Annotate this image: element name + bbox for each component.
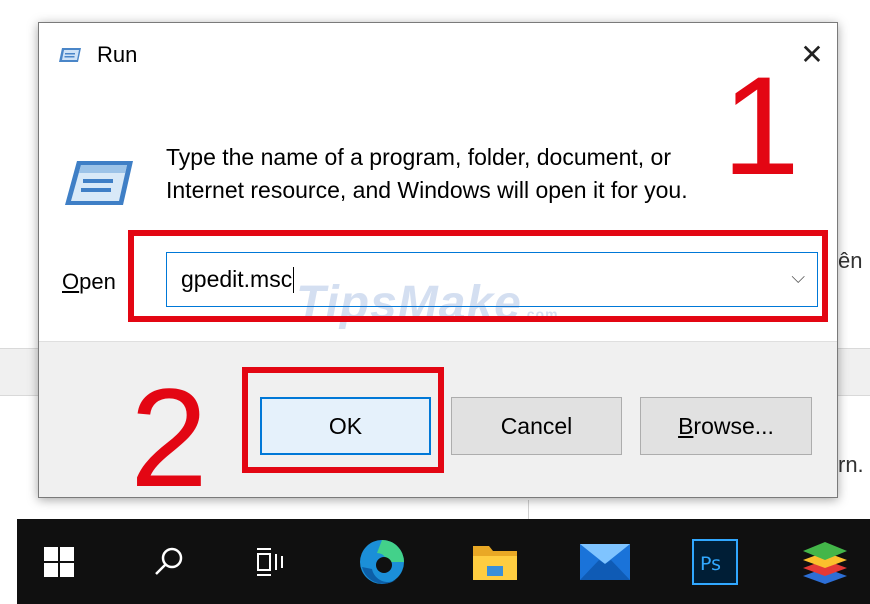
search-icon xyxy=(155,547,183,575)
browse-label: rowse... xyxy=(693,412,774,439)
window-title: Run xyxy=(97,42,138,67)
windows-logo-icon xyxy=(44,546,74,577)
svg-text:Ps: Ps xyxy=(700,553,721,575)
photoshop-button[interactable]: Ps xyxy=(680,519,750,604)
open-label-accelerator: O xyxy=(62,269,80,294)
background-divider xyxy=(528,500,529,520)
open-label-text: pen xyxy=(79,269,116,294)
bluestacks-icon xyxy=(803,541,847,584)
browse-accelerator: B xyxy=(678,412,694,439)
text-caret xyxy=(293,266,295,293)
task-view-icon xyxy=(257,547,283,576)
title-bar[interactable]: Run ✕ xyxy=(39,23,837,87)
task-view-button[interactable] xyxy=(235,519,305,604)
edge-button[interactable] xyxy=(347,519,417,604)
run-description: Type the name of a program, folder, docu… xyxy=(166,141,786,208)
taskbar: Ps xyxy=(17,519,870,604)
edge-icon xyxy=(360,539,404,584)
footer-divider xyxy=(39,341,837,342)
background-text-fragment-2: rn. xyxy=(838,452,864,477)
background-text-fragment-1: ên xyxy=(838,248,863,273)
folder-icon xyxy=(473,545,517,580)
run-app-icon xyxy=(59,48,81,62)
run-illustration-icon xyxy=(65,161,133,205)
search-button[interactable] xyxy=(134,519,204,604)
ok-button[interactable]: OK xyxy=(260,397,431,455)
open-label: Open xyxy=(62,269,116,295)
close-icon: ✕ xyxy=(800,37,824,71)
mail-button[interactable] xyxy=(570,519,640,604)
open-input-value[interactable]: gpedit.msc xyxy=(181,266,292,293)
open-combobox[interactable]: gpedit.msc ⌵ xyxy=(166,252,818,307)
photoshop-icon: Ps xyxy=(692,538,738,585)
description-line-1: Type the name of a program, folder, docu… xyxy=(166,144,672,170)
chevron-down-icon[interactable]: ⌵ xyxy=(791,267,805,288)
file-explorer-button[interactable] xyxy=(460,519,530,604)
annotation-step-1: 1 xyxy=(722,47,800,204)
annotation-step-2: 2 xyxy=(130,359,208,516)
description-line-2: Internet resource, and Windows will open… xyxy=(166,177,688,204)
mail-icon xyxy=(580,543,630,580)
bluestacks-button[interactable] xyxy=(790,519,860,604)
start-button[interactable] xyxy=(24,519,94,604)
cancel-button[interactable]: Cancel xyxy=(451,397,622,455)
browse-button[interactable]: Browse... xyxy=(640,397,812,455)
